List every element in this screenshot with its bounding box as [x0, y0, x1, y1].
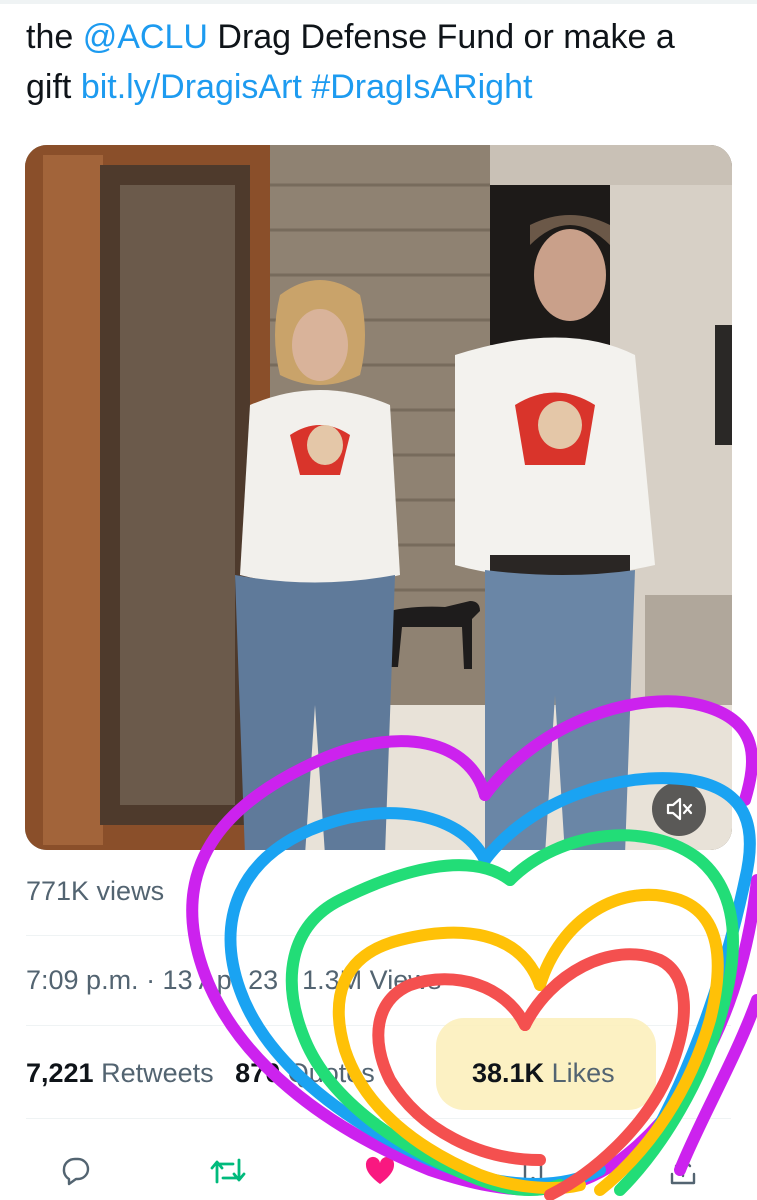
- bookmark-button[interactable]: [510, 1148, 556, 1194]
- divider: [26, 1118, 731, 1119]
- video-views-count: 771K views: [26, 876, 165, 906]
- like-icon: [365, 1156, 395, 1184]
- engagement-stats: 7,221 Retweets 870 Quotes 38.1K Likes: [26, 1058, 615, 1089]
- quotes-label: Quotes: [287, 1058, 375, 1088]
- video-player[interactable]: [25, 145, 732, 850]
- action-bar: [0, 1120, 757, 1200]
- retweets-label: Retweets: [101, 1058, 214, 1088]
- likes-count: 38.1K: [472, 1058, 545, 1088]
- hashtag-link[interactable]: #DragIsARight: [311, 68, 532, 106]
- share-icon: [670, 1157, 696, 1185]
- timestamp-views-line[interactable]: 7:09 p.m. · 13 Apr 23 · 1.3M Views: [26, 965, 441, 996]
- quotes-count: 870: [235, 1058, 281, 1088]
- tweet-text-part: the: [26, 18, 83, 56]
- quotes-stat[interactable]: 870 Quotes: [235, 1058, 375, 1089]
- url-link[interactable]: bit.ly/DragisArt: [81, 68, 302, 106]
- retweet-icon: [210, 1158, 246, 1184]
- video-frame: [25, 145, 732, 850]
- reply-icon: [62, 1157, 90, 1186]
- divider: [26, 935, 731, 936]
- retweet-button[interactable]: [205, 1148, 251, 1194]
- tweet-space: [302, 68, 311, 106]
- like-button[interactable]: [357, 1148, 403, 1194]
- top-divider: [0, 0, 757, 4]
- tweet-text: the @ACLU Drag Defense Fund or make a gi…: [26, 12, 726, 112]
- share-button[interactable]: [660, 1148, 706, 1194]
- likes-label: Likes: [551, 1058, 615, 1088]
- mute-button[interactable]: [652, 782, 706, 836]
- mention-link[interactable]: @ACLU: [83, 18, 208, 56]
- reply-button[interactable]: [52, 1148, 98, 1194]
- likes-stat[interactable]: 38.1K Likes: [472, 1058, 615, 1089]
- bookmark-icon: [523, 1156, 543, 1186]
- speaker-muted-icon: [666, 797, 693, 821]
- retweets-count: 7,221: [26, 1058, 94, 1088]
- retweets-stat[interactable]: 7,221 Retweets: [26, 1058, 214, 1089]
